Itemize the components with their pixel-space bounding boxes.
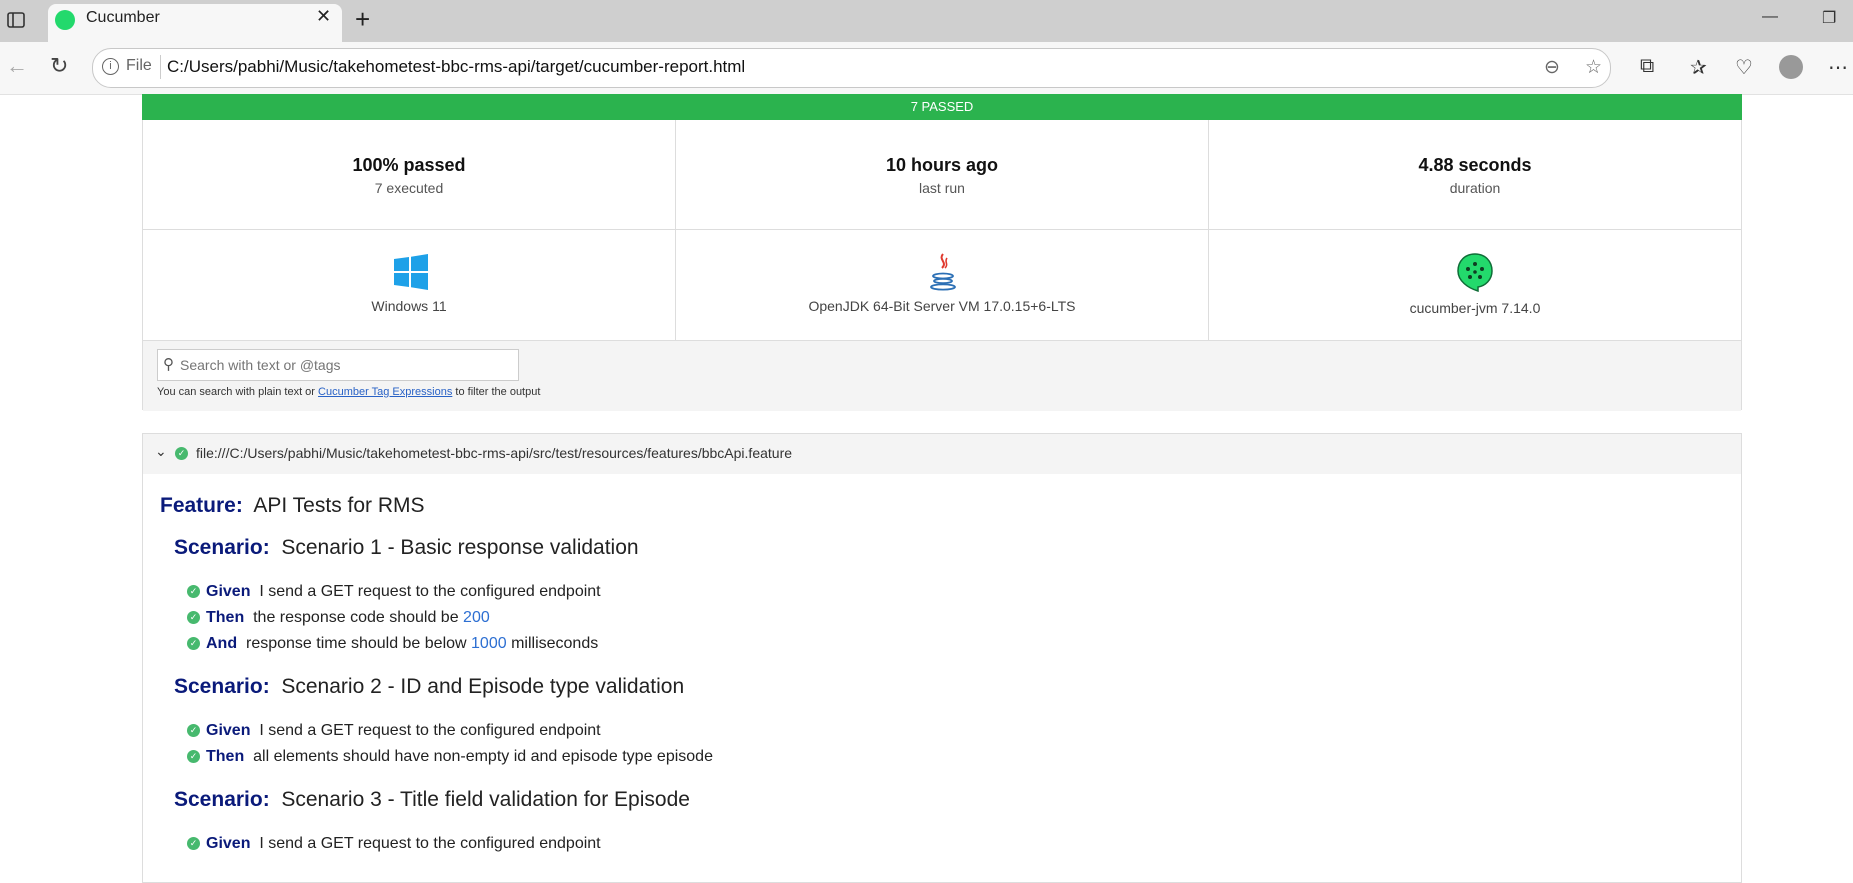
os-label: Windows 11 [371, 298, 447, 314]
favorite-star-icon[interactable]: ☆ [1585, 56, 1602, 79]
feature-name: API Tests for RMS [253, 494, 425, 517]
env-runtime: OpenJDK 64-Bit Server VM 17.0.15+6-LTS [676, 230, 1209, 340]
java-logo-icon [930, 253, 956, 291]
stat-label: duration [1449, 180, 1501, 196]
passed-icon: ✓ [187, 585, 200, 599]
url-text[interactable]: C:/Users/pabhi/Music/takehometest-bbc-rm… [167, 57, 745, 77]
env-os: Windows 11 [143, 230, 676, 340]
search-box[interactable]: ⚲ [157, 349, 519, 381]
stat-last-run: 10 hours ago last run [676, 120, 1209, 230]
step: ✓ Given I send a GET request to the confi… [187, 835, 601, 853]
cucumber-favicon-icon [55, 10, 75, 30]
feature-file-path: file:///C:/Users/pabhi/Music/takehometes… [196, 445, 793, 461]
extensions-icon[interactable]: ⧉ [1640, 55, 1654, 78]
feature-title: Feature: API Tests for RMS [160, 494, 425, 518]
step: ✓ Given I send a GET request to the confi… [187, 722, 601, 740]
search-input[interactable] [178, 353, 512, 377]
close-tab-icon[interactable]: ✕ [316, 6, 331, 27]
new-tab-icon[interactable]: + [355, 4, 370, 34]
scenario-keyword: Scenario: [174, 788, 270, 811]
implementation-label: cucumber-jvm 7.14.0 [1409, 300, 1541, 316]
cucumber-logo-icon [1457, 253, 1493, 292]
profile-avatar[interactable] [1779, 55, 1803, 79]
passed-icon: ✓ [187, 724, 200, 738]
step-text: response time should be below [246, 635, 467, 652]
divider [160, 55, 161, 79]
step: ✓ Then the response code should be 200 [187, 609, 490, 627]
stat-value: 10 hours ago [885, 155, 999, 175]
search-hint: You can search with plain text or Cucumb… [157, 386, 540, 398]
feature-panel: ⌄ ✓ file:///C:/Users/pabhi/Music/takehom… [142, 433, 1742, 883]
feature-file-header[interactable]: ⌄ ✓ file:///C:/Users/pabhi/Music/takehom… [143, 434, 1741, 474]
vertical-tabs-icon[interactable] [6, 10, 26, 30]
minimize-icon[interactable]: — [1762, 8, 1778, 26]
chevron-down-icon[interactable]: ⌄ [155, 443, 167, 460]
step-keyword: Given [206, 835, 251, 852]
summary-panel: 100% passed 7 executed 10 hours ago last… [142, 120, 1742, 411]
more-menu-icon[interactable]: ⋯ [1828, 55, 1848, 80]
hint-suffix: to filter the output [455, 386, 541, 398]
stat-label: 7 executed [374, 180, 444, 196]
passed-icon: ✓ [187, 637, 200, 651]
step-keyword: And [206, 635, 238, 652]
scenario-keyword: Scenario: [174, 536, 270, 559]
step-text: the response code should be [253, 609, 459, 626]
refresh-icon[interactable]: ↻ [50, 53, 68, 79]
step-text: I send a GET request to the configured e… [259, 722, 601, 739]
search-area: ⚲ You can search with plain text or Cucu… [143, 340, 1741, 411]
windows-logo-icon [394, 254, 428, 290]
back-icon[interactable]: ← [6, 53, 28, 79]
runtime-label: OpenJDK 64-Bit Server VM 17.0.15+6-LTS [808, 298, 1076, 314]
step-keyword: Given [206, 583, 251, 600]
passed-icon: ✓ [175, 447, 188, 460]
env-implementation: cucumber-jvm 7.14.0 [1209, 230, 1741, 340]
tag-expressions-link[interactable]: Cucumber Tag Expressions [318, 386, 452, 398]
step-parameter: 1000 [471, 635, 507, 652]
step-text: I send a GET request to the configured e… [259, 835, 601, 852]
scenario-name: Scenario 3 - Title field validation for … [281, 788, 690, 811]
step-keyword: Then [206, 609, 245, 626]
scenario-title: Scenario: Scenario 3 - Title field valid… [174, 788, 690, 812]
stat-value: 100% passed [352, 155, 466, 175]
step-keyword: Given [206, 722, 251, 739]
step-text-suffix: milliseconds [511, 635, 599, 652]
favorites-icon[interactable]: ✰ [1690, 55, 1707, 80]
scenario-keyword: Scenario: [174, 675, 270, 698]
step-keyword: Then [206, 748, 245, 765]
hint-prefix: You can search with plain text or [157, 386, 315, 398]
step-text: I send a GET request to the configured e… [259, 583, 601, 600]
browser-essentials-icon[interactable]: ♡ [1735, 55, 1753, 80]
passed-banner: 7 PASSED [142, 94, 1742, 120]
stat-label: last run [919, 180, 965, 196]
stat-passed: 100% passed 7 executed [143, 120, 676, 230]
step: ✓ Given I send a GET request to the confi… [187, 583, 601, 601]
info-icon[interactable]: i [102, 58, 119, 75]
feature-keyword: Feature: [160, 494, 243, 517]
passed-icon: ✓ [187, 837, 200, 851]
tab-title: Cucumber [86, 9, 160, 26]
stat-value: 4.88 seconds [1418, 155, 1532, 175]
passed-icon: ✓ [187, 611, 200, 625]
scenario-name: Scenario 2 - ID and Episode type validat… [281, 675, 685, 698]
scenario-title: Scenario: Scenario 1 - Basic response va… [174, 536, 639, 560]
search-icon: ⚲ [163, 356, 174, 373]
step: ✓ Then all elements should have non-empty… [187, 748, 713, 766]
step: ✓ And response time should be below 1000 … [187, 635, 598, 653]
zoom-out-icon[interactable]: ⊖ [1544, 56, 1560, 79]
scenario-title: Scenario: Scenario 2 - ID and Episode ty… [174, 675, 684, 699]
stat-duration: 4.88 seconds duration [1209, 120, 1741, 230]
scenario-name: Scenario 1 - Basic response validation [281, 536, 639, 559]
file-chip[interactable]: File [126, 57, 152, 75]
restore-icon[interactable]: ❐ [1822, 8, 1836, 28]
passed-icon: ✓ [187, 750, 200, 764]
step-parameter: 200 [463, 609, 490, 626]
step-text: all elements should have non-empty id an… [253, 748, 713, 765]
